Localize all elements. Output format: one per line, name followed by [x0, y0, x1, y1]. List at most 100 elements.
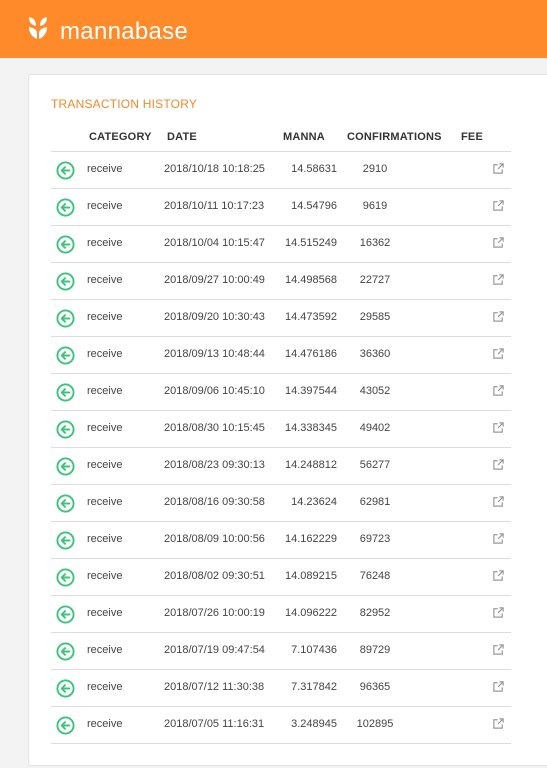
external-link-icon[interactable] — [492, 680, 505, 693]
date-cell: 2018/07/26 10:00:19 — [164, 607, 265, 619]
confirmations-cell: 9619 — [362, 200, 388, 212]
table-row: receive 2018/08/30 10:15:45 14.338345 49402 — [51, 411, 511, 448]
receive-arrow-icon — [56, 605, 75, 624]
date-cell: 2018/08/23 09:30:13 — [164, 459, 265, 471]
confirmations-cell: 22727 — [359, 274, 391, 286]
table-row: receive 2018/09/06 10:45:10 14.397544 43052 — [51, 374, 511, 411]
external-link-icon[interactable] — [492, 717, 505, 730]
category-cell: receive — [87, 163, 123, 175]
table-row: receive 2018/09/20 10:30:43 14.473592 29585 — [51, 300, 511, 337]
table-row: receive 2018/08/02 09:30:51 14.089215 76248 — [51, 559, 511, 596]
date-cell: 2018/08/30 10:15:45 — [164, 422, 265, 434]
receive-arrow-icon — [56, 346, 75, 365]
confirmations-cell: 56277 — [359, 459, 391, 471]
receive-arrow-icon — [56, 383, 75, 402]
table-row: receive 2018/08/16 09:30:58 14.23624 62981 — [51, 485, 511, 522]
table-row: receive 2018/10/18 10:18:25 14.58631 2910 — [51, 151, 511, 189]
category-cell: receive — [87, 237, 123, 249]
confirmations-cell: 49402 — [359, 422, 391, 434]
table-row: receive 2018/08/09 10:00:56 14.162229 69723 — [51, 522, 511, 559]
confirmations-cell: 96365 — [359, 681, 391, 693]
date-cell: 2018/09/06 10:45:10 — [164, 385, 265, 397]
external-link-icon[interactable] — [492, 199, 505, 212]
date-cell: 2018/09/20 10:30:43 — [164, 311, 265, 323]
receive-arrow-icon — [56, 642, 75, 661]
external-link-icon[interactable] — [492, 421, 505, 434]
category-cell: receive — [87, 200, 123, 212]
category-cell: receive — [87, 533, 123, 545]
external-link-icon[interactable] — [492, 162, 505, 175]
external-link-icon[interactable] — [492, 569, 505, 582]
wheat-logo-icon[interactable] — [27, 16, 49, 40]
column-header-manna: MANNA — [283, 131, 325, 143]
category-cell: receive — [87, 274, 123, 286]
table-row: receive 2018/10/04 10:15:47 14.515249 16362 — [51, 226, 511, 263]
external-link-icon[interactable] — [492, 532, 505, 545]
column-header-fee: FEE — [461, 131, 483, 143]
confirmations-cell: 82952 — [359, 607, 391, 619]
receive-arrow-icon — [56, 420, 75, 439]
external-link-icon[interactable] — [492, 643, 505, 656]
date-cell: 2018/09/27 10:00:49 — [164, 274, 265, 286]
confirmations-cell: 89729 — [359, 644, 391, 656]
category-cell: receive — [87, 422, 123, 434]
confirmations-cell: 16362 — [359, 237, 391, 249]
date-cell: 2018/07/12 11:30:38 — [164, 681, 265, 693]
date-cell: 2018/10/18 10:18:25 — [164, 163, 265, 175]
receive-arrow-icon — [56, 679, 75, 698]
table-row: receive 2018/07/05 11:16:31 3.248945 102895 — [51, 707, 511, 744]
date-cell: 2018/07/19 09:47:54 — [164, 644, 265, 656]
receive-arrow-icon — [56, 531, 75, 550]
external-link-icon[interactable] — [492, 606, 505, 619]
confirmations-cell: 36360 — [359, 348, 391, 360]
table-row: receive 2018/10/11 10:17:23 14.54796 9619 — [51, 189, 511, 226]
confirmations-cell: 2910 — [362, 163, 388, 175]
receive-arrow-icon — [56, 457, 75, 476]
category-cell: receive — [87, 311, 123, 323]
receive-arrow-icon — [56, 716, 75, 735]
category-cell: receive — [87, 348, 123, 360]
category-cell: receive — [87, 644, 123, 656]
receive-arrow-icon — [56, 272, 75, 291]
category-cell: receive — [87, 385, 123, 397]
date-cell: 2018/10/11 10:17:23 — [164, 200, 265, 212]
table-row: receive 2018/07/12 11:30:38 7.317842 96365 — [51, 670, 511, 707]
receive-arrow-icon — [56, 568, 75, 587]
table-row: receive 2018/07/26 10:00:19 14.096222 82952 — [51, 596, 511, 633]
external-link-icon[interactable] — [492, 236, 505, 249]
page-title: TRANSACTION HISTORY — [51, 97, 198, 111]
column-header-confirmations: CONFIRMATIONS — [347, 131, 442, 143]
table-row: receive 2018/09/27 10:00:49 14.498568 22727 — [51, 263, 511, 300]
table-row: receive 2018/09/13 10:48:44 14.476186 36360 — [51, 337, 511, 374]
confirmations-cell: 62981 — [359, 496, 391, 508]
column-header-date: DATE — [167, 131, 197, 143]
category-cell: receive — [87, 459, 123, 471]
app-header: mannabase — [0, 0, 547, 58]
category-cell: receive — [87, 718, 123, 730]
category-cell: receive — [87, 570, 123, 582]
receive-arrow-icon — [56, 309, 75, 328]
external-link-icon[interactable] — [492, 384, 505, 397]
external-link-icon[interactable] — [492, 458, 505, 471]
confirmations-cell: 102895 — [356, 718, 394, 730]
external-link-icon[interactable] — [492, 495, 505, 508]
receive-arrow-icon — [56, 494, 75, 513]
external-link-icon[interactable] — [492, 310, 505, 323]
external-link-icon[interactable] — [492, 273, 505, 286]
confirmations-cell: 29585 — [359, 311, 391, 323]
date-cell: 2018/08/16 09:30:58 — [164, 496, 265, 508]
column-header-category: CATEGORY — [89, 131, 152, 143]
table-row: receive 2018/07/19 09:47:54 7.107436 89729 — [51, 633, 511, 670]
receive-arrow-icon — [56, 198, 75, 217]
transaction-table: receive 2018/10/18 10:18:25 14.58631 2910 re… — [51, 151, 511, 744]
date-cell: 2018/10/04 10:15:47 — [164, 237, 265, 249]
brand-name[interactable]: mannabase — [60, 18, 188, 46]
category-cell: receive — [87, 496, 123, 508]
category-cell: receive — [87, 607, 123, 619]
category-cell: receive — [87, 681, 123, 693]
receive-arrow-icon — [56, 235, 75, 254]
external-link-icon[interactable] — [492, 347, 505, 360]
confirmations-cell: 76248 — [359, 570, 391, 582]
date-cell: 2018/08/02 09:30:51 — [164, 570, 265, 582]
date-cell: 2018/07/05 11:16:31 — [164, 718, 265, 730]
